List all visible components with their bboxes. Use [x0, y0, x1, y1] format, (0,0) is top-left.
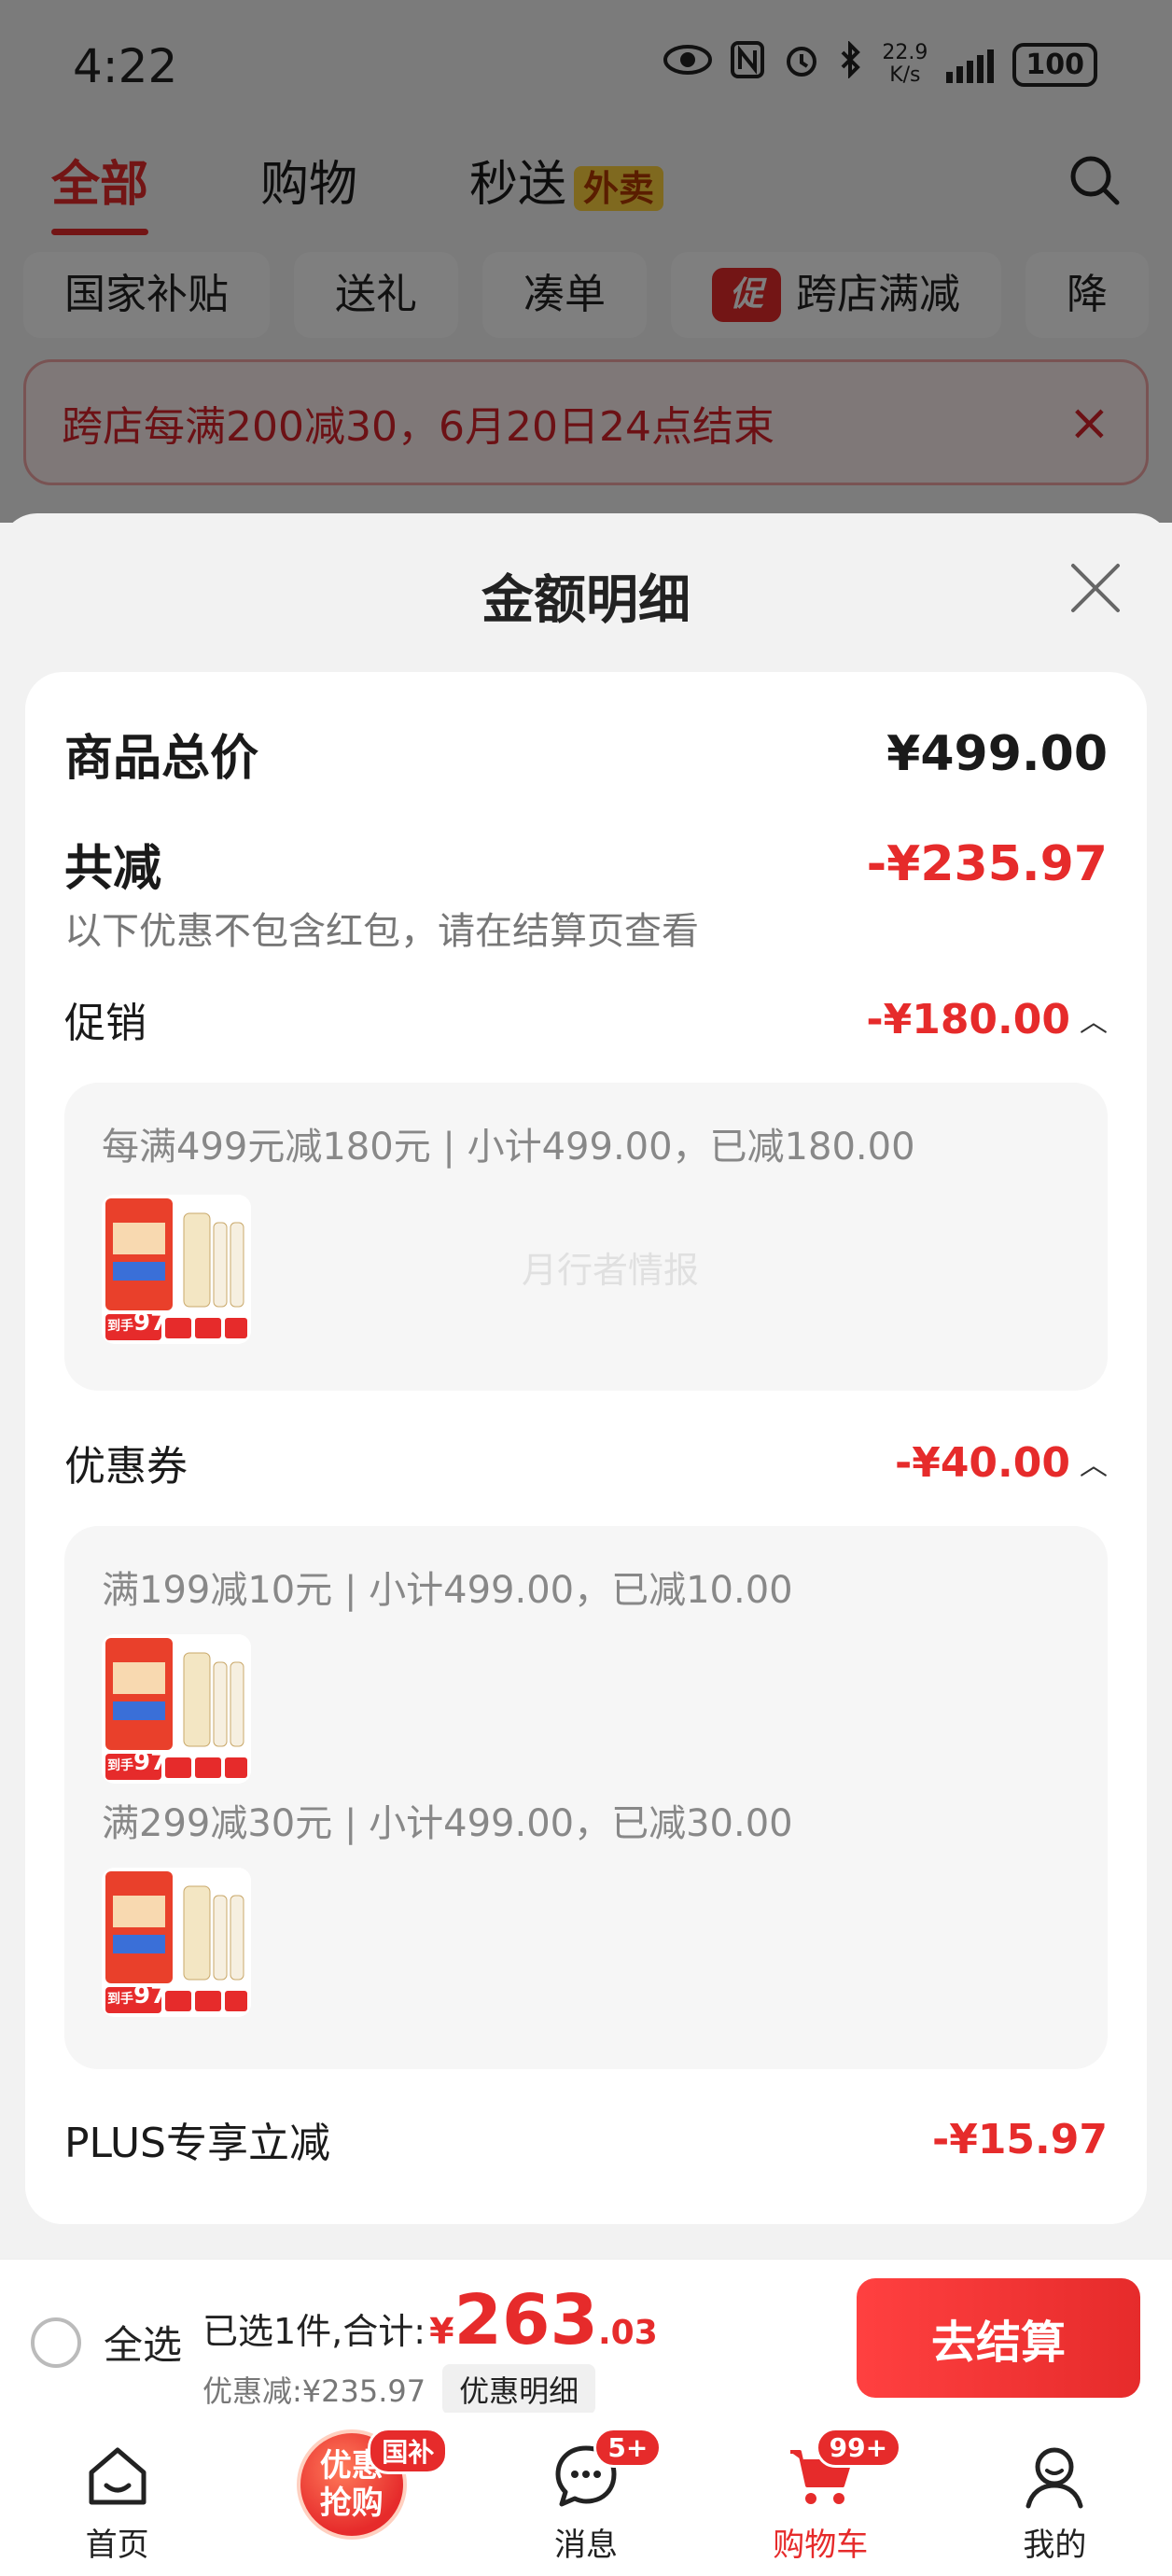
product-thumbnail[interactable]: 到手97 — [102, 1634, 251, 1784]
discount-line: 优惠减:¥235.97 优惠明细 — [202, 2364, 658, 2415]
sheet-title: 金额明细 — [481, 570, 691, 631]
promotion-label: 促销 — [64, 1000, 146, 1047]
total-line: 已选1件,合计: ¥ 263 .03 — [202, 2286, 658, 2355]
discount-detail-button[interactable]: 优惠明细 — [442, 2364, 596, 2415]
product-thumbnail[interactable]: 到手97 — [102, 1868, 251, 2017]
coupon-rule: 满299减30元 | 小计499.00，已减30.00 — [102, 1802, 793, 1845]
home-icon — [89, 2447, 146, 2505]
nav-messages-label: 消息 — [554, 2527, 618, 2564]
coupon-label: 优惠券 — [64, 1443, 188, 1491]
nav-mine[interactable]: 我的 — [938, 2413, 1172, 2576]
amount-detail-sheet: 金额明细 商品总价 ¥499.00 共减 -¥235.97 以下优惠不包含红包，… — [0, 513, 1172, 2259]
nav-cart-label: 购物车 — [773, 2527, 869, 2564]
nav-promo[interactable]: 优惠 抢购 国补 — [234, 2413, 468, 2576]
coupon-value: -¥40.00 ︿ — [895, 1439, 1108, 1487]
bottom-nav: 首页 优惠 抢购 国补 消息 5+ 购物车 99+ 我的 — [0, 2413, 1172, 2576]
checkout-bar: 全选 已选1件,合计: ¥ 263 .03 优惠减:¥235.97 优惠明细 去… — [0, 2259, 1172, 2415]
coupon-detail: 满199减10元 | 小计499.00，已减10.00 到手97 满299减30… — [64, 1526, 1108, 2069]
reduce-note: 以下优惠不包含红包，请在结算页查看 — [64, 910, 699, 953]
watermark: 月行者情报 — [522, 1250, 700, 1291]
total-reduce-label: 共减 — [64, 841, 162, 897]
nav-cart[interactable]: 购物车 99+ — [704, 2413, 938, 2576]
cart-badge: 99+ — [815, 2428, 902, 2468]
coupon-amount: -¥40.00 — [894, 1438, 1070, 1487]
total-decimal: .03 — [597, 2314, 658, 2352]
promotion-value: -¥180.00 ︿ — [866, 996, 1108, 1043]
national-subsidy-badge: 国补 — [368, 2428, 449, 2474]
total-currency: ¥ — [429, 2311, 454, 2352]
plus-row: PLUS专享立减 -¥15.97 — [64, 2109, 1108, 2169]
total-integer: 263 — [453, 2280, 598, 2360]
close-icon[interactable] — [1067, 560, 1123, 616]
checkout-button[interactable]: 去结算 — [857, 2278, 1140, 2398]
amount-card: 商品总价 ¥499.00 共减 -¥235.97 以下优惠不包含红包，请在结算页… — [25, 672, 1147, 2224]
total-reduce-value: -¥235.97 — [866, 835, 1108, 892]
select-all[interactable]: 全选 — [31, 2314, 182, 2371]
plus-label: PLUS专享立减 — [64, 2120, 330, 2167]
select-all-label: 全选 — [104, 2322, 183, 2368]
total-price-label: 商品总价 — [64, 731, 259, 787]
product-thumbnail[interactable]: 到手97 — [102, 1195, 251, 1344]
total-price-row: 商品总价 ¥499.00 — [64, 719, 1108, 789]
promo-line2: 抢购 — [319, 2485, 384, 2522]
user-icon — [1026, 2447, 1083, 2509]
plus-value: -¥15.97 — [931, 2115, 1108, 2163]
chevron-up-icon[interactable]: ︿ — [1080, 999, 1108, 1040]
promotion-detail: 每满499元减180元 | 小计499.00，已减180.00 到手97 月行者… — [64, 1083, 1108, 1391]
modal-overlay[interactable] — [0, 0, 1172, 523]
nav-messages[interactable]: 消息 5+ — [468, 2413, 703, 2576]
coupon-rule: 满199减10元 | 小计499.00，已减10.00 — [102, 1569, 793, 1612]
chevron-up-icon[interactable]: ︿ — [1080, 1442, 1108, 1483]
selected-text: 已选1件,合计: — [202, 2311, 426, 2352]
nav-home-label: 首页 — [85, 2527, 149, 2564]
promotion-amount: -¥180.00 — [866, 995, 1070, 1043]
price-tag: 到手97 — [107, 1309, 168, 1337]
select-all-radio[interactable] — [31, 2317, 81, 2368]
nav-home[interactable]: 首页 — [0, 2413, 234, 2576]
messages-badge: 5+ — [593, 2428, 663, 2468]
discount-text: 优惠减:¥235.97 — [202, 2373, 426, 2409]
total-price-value: ¥499.00 — [886, 725, 1108, 782]
nav-mine-label: 我的 — [1023, 2527, 1087, 2564]
total-reduce-row: 共减 -¥235.97 — [64, 829, 1108, 899]
promotion-row[interactable]: 促销 -¥180.00 ︿ — [64, 989, 1108, 1049]
checkout-summary: 已选1件,合计: ¥ 263 .03 优惠减:¥235.97 优惠明细 — [202, 2286, 658, 2415]
price-tag: 到手97 — [107, 1981, 168, 2009]
price-tag: 到手97 — [107, 1748, 168, 1776]
coupon-row[interactable]: 优惠券 -¥40.00 ︿ — [64, 1433, 1108, 1492]
promotion-rule: 每满499元减180元 | 小计499.00，已减180.00 — [102, 1126, 915, 1169]
